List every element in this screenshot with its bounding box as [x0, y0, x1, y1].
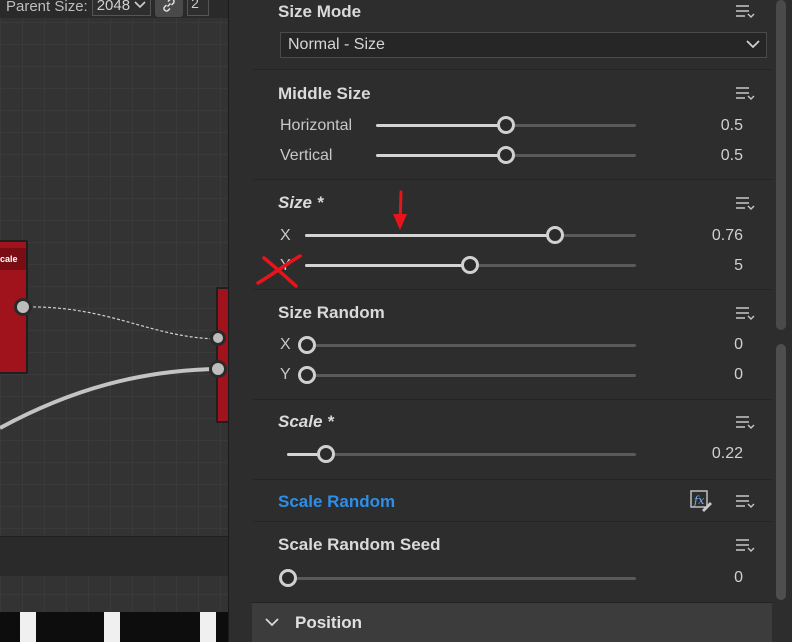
- slider-thumb[interactable]: [461, 256, 479, 274]
- target-node-input-port-2[interactable]: [209, 360, 227, 378]
- scale-random-section: Scale Random fx: [253, 480, 775, 522]
- size-x-label: X: [280, 227, 291, 244]
- slider-thumb[interactable]: [279, 569, 297, 587]
- vertical-slider[interactable]: [376, 146, 636, 164]
- size-random-x-label: X: [280, 336, 291, 353]
- scale-random-seed-section: Scale Random Seed 0: [253, 522, 775, 602]
- size-y-label: Y: [280, 257, 291, 274]
- scale-random-seed-title: Scale Random Seed: [278, 535, 441, 554]
- scale-random-title[interactable]: Scale Random: [278, 492, 395, 512]
- middle-size-title: Middle Size: [278, 84, 371, 103]
- vertical-label: Vertical: [280, 147, 333, 164]
- scale-random-seed-value[interactable]: 0: [734, 569, 743, 587]
- size-mode-title: Size Mode: [278, 2, 362, 21]
- position-section-header[interactable]: Position: [252, 602, 772, 642]
- scale-random-seed-slider[interactable]: [279, 569, 636, 587]
- hamburger-menu-icon[interactable]: [735, 196, 755, 212]
- slider-thumb[interactable]: [497, 116, 515, 134]
- slider-thumb[interactable]: [298, 336, 316, 354]
- size-random-section: Size Random X 0 Y 0: [253, 290, 775, 400]
- hamburger-menu-icon[interactable]: [735, 4, 755, 20]
- target-node-input-port-1[interactable]: [210, 330, 226, 346]
- scale-section: Scale * 0.22: [253, 400, 775, 480]
- horizontal-value[interactable]: 0.5: [721, 117, 743, 135]
- scale-node-header: cale: [0, 248, 26, 270]
- size-y-slider[interactable]: [305, 256, 636, 274]
- node-graph[interactable]: Parent Size: 2048 2 cale: [0, 0, 228, 642]
- size-title: Size *: [278, 193, 324, 212]
- slider-thumb[interactable]: [546, 226, 564, 244]
- slider-thumb[interactable]: [298, 366, 316, 384]
- scale-value[interactable]: 0.22: [712, 445, 743, 463]
- size-mode-dropdown[interactable]: Normal - Size: [280, 32, 767, 58]
- size-mode-section: Size Mode Normal - Size: [253, 0, 775, 70]
- hamburger-menu-icon[interactable]: [735, 415, 755, 431]
- scale-slider[interactable]: [287, 445, 636, 463]
- hamburger-menu-icon[interactable]: [735, 306, 755, 322]
- size-random-y-value[interactable]: 0: [734, 366, 743, 384]
- horizontal-slider[interactable]: [376, 116, 636, 134]
- size-section: Size * X 0.76 Y 5: [253, 180, 775, 290]
- size-mode-dropdown-value: Normal - Size: [288, 36, 385, 53]
- slider-thumb[interactable]: [317, 445, 335, 463]
- scrollbar-thumb-upper[interactable]: [776, 0, 786, 330]
- hamburger-menu-icon[interactable]: [735, 538, 755, 554]
- position-title: Position: [295, 613, 363, 632]
- size-random-x-slider[interactable]: [298, 336, 636, 354]
- target-node[interactable]: [216, 287, 228, 423]
- size-random-y-slider[interactable]: [298, 366, 636, 384]
- chevron-down-icon: [265, 618, 279, 627]
- size-x-value[interactable]: 0.76: [712, 227, 743, 245]
- size-y-value[interactable]: 5: [734, 257, 743, 275]
- horizontal-label: Horizontal: [280, 117, 353, 134]
- slider-thumb[interactable]: [497, 146, 515, 164]
- size-random-x-value[interactable]: 0: [734, 336, 743, 354]
- scale-node-output-port[interactable]: [14, 298, 32, 316]
- function-edit-icon[interactable]: fx: [690, 490, 712, 512]
- properties-panel: Size Mode Normal - Size Middle Size Hori…: [228, 0, 792, 642]
- vertical-value[interactable]: 0.5: [721, 147, 743, 165]
- size-x-slider[interactable]: [305, 226, 636, 244]
- scrollbar-thumb[interactable]: [776, 344, 786, 600]
- svg-text:fx: fx: [693, 494, 705, 507]
- scale-title: Scale *: [278, 412, 334, 431]
- keyboard-strip: [0, 612, 228, 642]
- chevron-down-icon: [746, 40, 760, 49]
- hamburger-menu-icon[interactable]: [735, 86, 755, 102]
- hamburger-menu-icon[interactable]: [735, 494, 755, 510]
- size-random-y-label: Y: [280, 366, 291, 383]
- middle-size-section: Middle Size Horizontal 0.5 Vertical 0.5: [253, 70, 775, 180]
- size-random-title: Size Random: [278, 303, 385, 322]
- graph-bottom-bar: [0, 536, 228, 576]
